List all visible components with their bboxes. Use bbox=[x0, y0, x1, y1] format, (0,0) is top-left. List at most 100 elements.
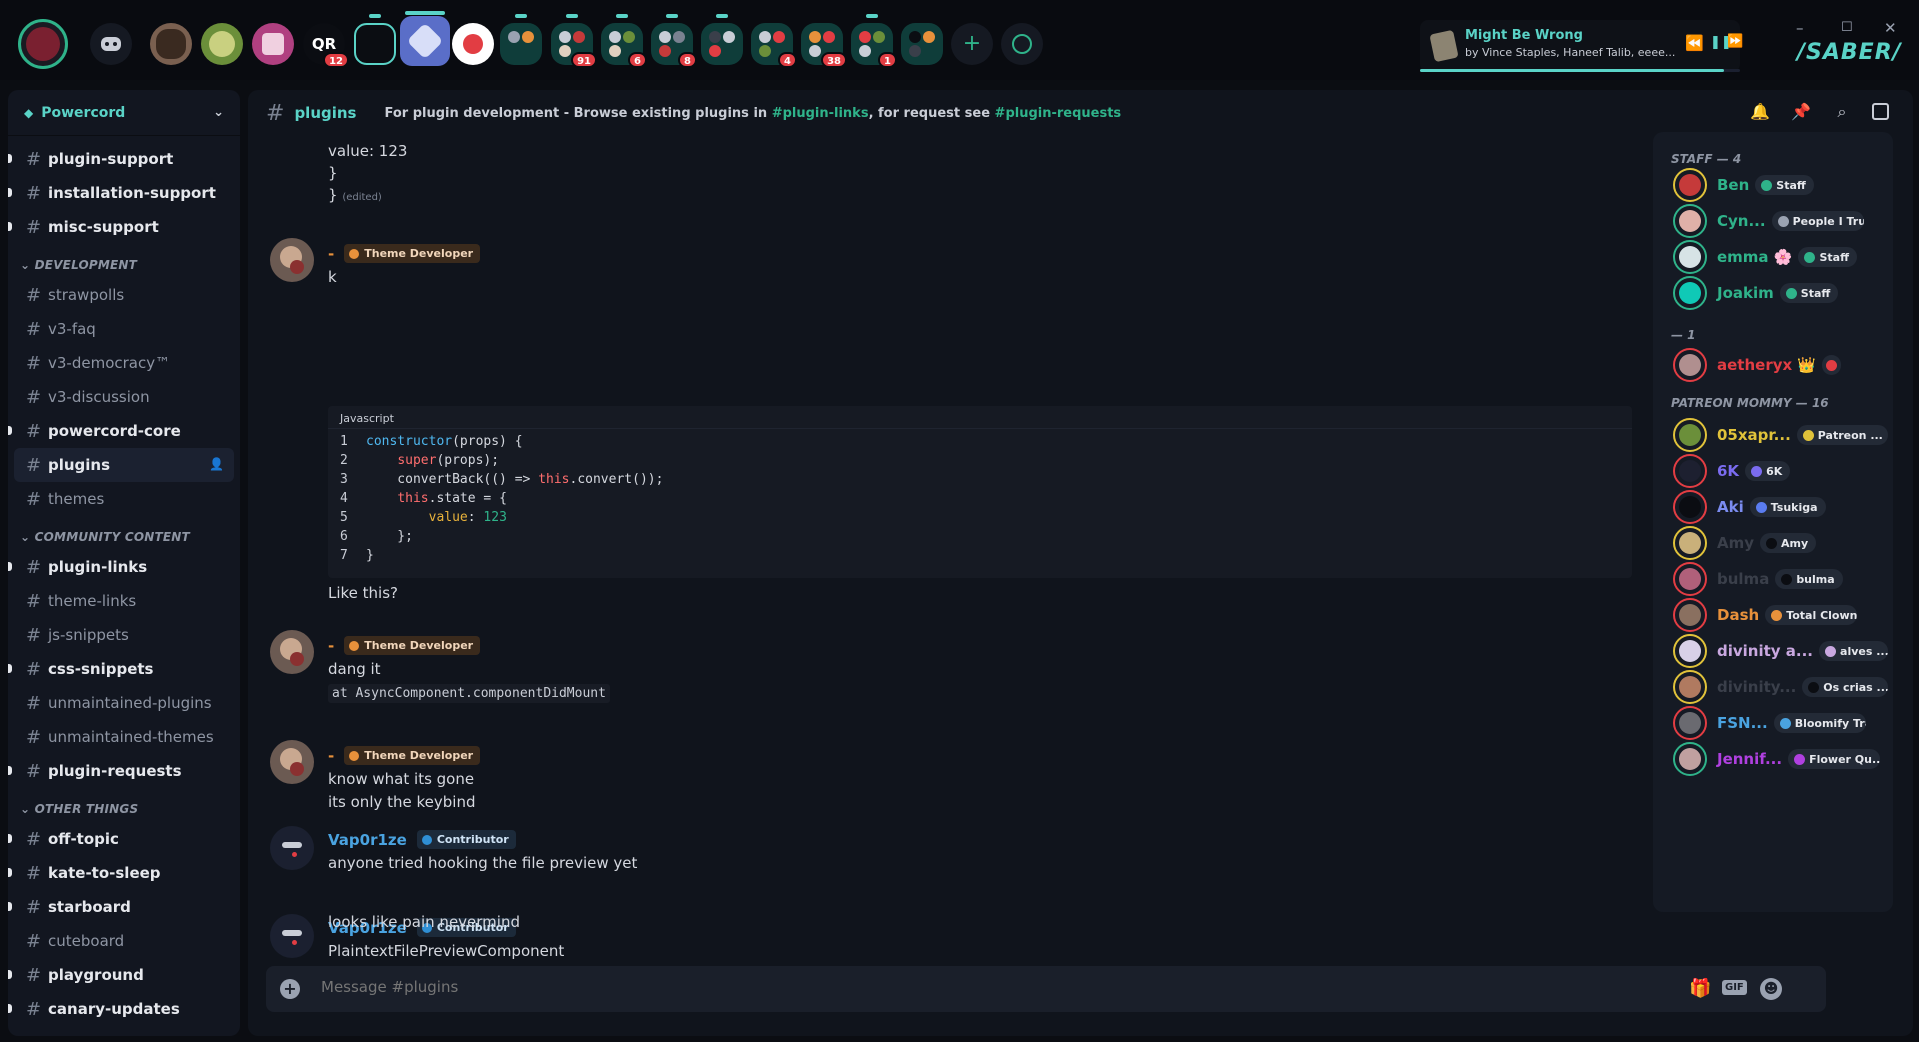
bell-icon[interactable]: 🔔 bbox=[1750, 102, 1770, 122]
server-folder[interactable]: 1 bbox=[851, 14, 897, 68]
code-block: Javascript 1 constructor(props) { 2 super… bbox=[328, 406, 1632, 578]
channel-item[interactable]: # plugin-requests bbox=[8, 754, 240, 788]
member-item[interactable]: 05xapr... Patreon ... bbox=[1673, 418, 1888, 452]
member-item[interactable]: Cyn... People I Trust... bbox=[1673, 204, 1888, 238]
unread-indicator bbox=[8, 970, 12, 979]
author-name[interactable]: - bbox=[328, 637, 334, 655]
channel-item[interactable]: # v3-democracy™ bbox=[8, 346, 240, 380]
emoji-icon[interactable]: ☻ bbox=[1760, 978, 1782, 1000]
topic-link[interactable]: #plugin-requests bbox=[995, 106, 1122, 121]
skip-forward-icon[interactable]: ⏩ bbox=[1727, 34, 1743, 49]
maximize-button[interactable]: ☐ bbox=[1841, 20, 1853, 35]
category-header[interactable]: ⌄ OTHER THINGS bbox=[8, 788, 240, 822]
channel-item[interactable]: # v3-discussion bbox=[8, 380, 240, 414]
home-avatar[interactable] bbox=[18, 19, 68, 69]
invite-icon[interactable]: 👤 bbox=[209, 457, 224, 471]
server-folder[interactable]: 38 bbox=[801, 23, 847, 68]
member-item[interactable]: Ben Staff bbox=[1673, 168, 1888, 202]
server-icon[interactable] bbox=[150, 23, 192, 65]
server-folder[interactable]: 4 bbox=[751, 23, 797, 68]
member-item[interactable]: Dash Total Clown bbox=[1673, 598, 1888, 632]
avatar[interactable] bbox=[270, 914, 314, 958]
gift-icon[interactable]: 🎁 bbox=[1689, 978, 1711, 999]
minimize-button[interactable]: – bbox=[1796, 19, 1804, 37]
channel-item[interactable]: # installation-support bbox=[8, 176, 240, 210]
channel-item[interactable]: # v3-faq bbox=[8, 312, 240, 346]
gif-button[interactable]: GIF bbox=[1722, 980, 1747, 995]
server-folder[interactable]: 6 bbox=[601, 14, 647, 68]
server-icon[interactable] bbox=[252, 23, 294, 65]
channel-item[interactable]: # kate-to-sleep bbox=[8, 856, 240, 890]
avatar[interactable] bbox=[270, 238, 314, 282]
server-icon-selected[interactable] bbox=[400, 11, 450, 66]
skip-back-icon[interactable]: ⏪ bbox=[1685, 34, 1704, 52]
author-name[interactable]: Vap0r1ze bbox=[328, 831, 407, 849]
topic-link[interactable]: #plugin-links bbox=[772, 106, 869, 121]
channel-item[interactable]: # powercord-core bbox=[8, 414, 240, 448]
inbox-icon[interactable] bbox=[1872, 103, 1889, 120]
server-icon[interactable] bbox=[201, 23, 243, 65]
server-icon[interactable]: QR 12 bbox=[303, 23, 349, 68]
member-item[interactable]: bulma bulma bbox=[1673, 562, 1888, 596]
channel-item[interactable]: # js-snippets bbox=[8, 618, 240, 652]
channel-item[interactable]: # theme-links bbox=[8, 584, 240, 618]
member-item[interactable]: Joakim Staff bbox=[1673, 276, 1888, 310]
explore-servers-button[interactable] bbox=[1001, 23, 1043, 65]
upload-plus-icon[interactable]: + bbox=[280, 979, 300, 999]
unread-indicator bbox=[8, 426, 12, 435]
channel-item[interactable]: # plugin-support bbox=[8, 142, 240, 176]
channel-item[interactable]: # canary-updates bbox=[8, 992, 240, 1026]
unread-indicator bbox=[8, 664, 12, 673]
channel-item[interactable]: # misc-support bbox=[8, 210, 240, 244]
track-progress[interactable] bbox=[1420, 69, 1740, 72]
channel-item[interactable]: # plugins 👤 bbox=[14, 448, 234, 482]
server-folder[interactable]: 91 bbox=[551, 14, 597, 68]
member-item[interactable]: divinity... Os crias ... bbox=[1673, 670, 1888, 704]
channel-topic[interactable]: For plugin development - Browse existing… bbox=[384, 106, 1121, 121]
author-name[interactable]: - bbox=[328, 747, 334, 765]
role-badge: Staff bbox=[1779, 283, 1839, 303]
channel-item[interactable]: # strawpolls bbox=[8, 278, 240, 312]
member-item[interactable]: Aki Tsukiga bbox=[1673, 490, 1888, 524]
pin-icon[interactable]: 📌 bbox=[1791, 102, 1811, 122]
category-header[interactable]: ⌄ COMMUNITY CONTENT bbox=[8, 516, 240, 550]
member-item[interactable]: 6K 6K bbox=[1673, 454, 1888, 488]
role-badge: 6K bbox=[1745, 461, 1791, 481]
channel-item[interactable]: # cuteboard bbox=[8, 924, 240, 958]
add-server-button[interactable]: + bbox=[951, 23, 993, 65]
member-item[interactable]: aetheryx 👑 bbox=[1673, 348, 1888, 382]
author-name[interactable]: - bbox=[328, 245, 334, 263]
search-icon[interactable]: ⌕ bbox=[1832, 102, 1852, 122]
member-item[interactable]: divinity a... alves ... bbox=[1673, 634, 1888, 668]
category-label: COMMUNITY CONTENT bbox=[34, 530, 190, 544]
server-icon[interactable] bbox=[452, 23, 494, 65]
track-title[interactable]: Might Be Wrong bbox=[1465, 28, 1583, 43]
avatar[interactable] bbox=[270, 630, 314, 674]
avatar[interactable] bbox=[270, 740, 314, 784]
server-icon[interactable] bbox=[354, 14, 396, 65]
message-input[interactable] bbox=[321, 978, 1601, 996]
category-header[interactable]: ⌄ DEVELOPMENT bbox=[8, 244, 240, 278]
channel-item[interactable]: # off-topic bbox=[8, 822, 240, 856]
discord-home-button[interactable] bbox=[90, 23, 132, 65]
server-folder[interactable]: 8 bbox=[651, 14, 697, 68]
guild-header[interactable]: ◆ Powercord ⌄ bbox=[8, 90, 240, 136]
unread-pill bbox=[866, 14, 878, 18]
avatar[interactable] bbox=[270, 826, 314, 870]
member-item[interactable]: emma 🌸 Staff bbox=[1673, 240, 1888, 274]
channel-item[interactable]: # starboard bbox=[8, 890, 240, 924]
server-folder[interactable] bbox=[701, 14, 743, 65]
member-item[interactable]: Amy Amy bbox=[1673, 526, 1888, 560]
channel-item[interactable]: # playground bbox=[8, 958, 240, 992]
channel-item[interactable]: # css-snippets bbox=[8, 652, 240, 686]
server-folder[interactable] bbox=[901, 23, 943, 65]
member-item[interactable]: Jennif... Flower Qu... bbox=[1673, 742, 1888, 776]
channel-item[interactable]: # unmaintained-themes bbox=[8, 720, 240, 754]
member-item[interactable]: FSN... Bloomify Tran... bbox=[1673, 706, 1888, 740]
role-badge: Total Clown bbox=[1765, 605, 1858, 625]
close-button[interactable]: ✕ bbox=[1884, 19, 1897, 37]
channel-item[interactable]: # plugin-links bbox=[8, 550, 240, 584]
channel-item[interactable]: # unmaintained-plugins bbox=[8, 686, 240, 720]
server-folder[interactable] bbox=[500, 14, 542, 65]
channel-item[interactable]: # themes bbox=[8, 482, 240, 516]
